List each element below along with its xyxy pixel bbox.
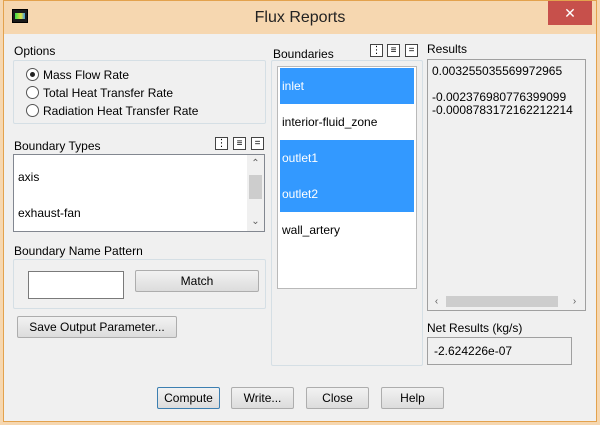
radio-button[interactable] [26, 68, 39, 81]
radio-label: Total Heat Transfer Rate [43, 86, 174, 100]
options-label: Options [14, 44, 56, 58]
radio-mass-flow-rate[interactable]: Mass Flow Rate [26, 66, 129, 84]
radio-button[interactable] [26, 104, 39, 117]
scroll-left-icon[interactable]: ‹ [428, 293, 445, 310]
list-item[interactable]: axis [16, 159, 262, 195]
deselect-all-icon[interactable]: = [251, 137, 264, 150]
close-button[interactable]: Close [306, 387, 369, 409]
boundaries-list[interactable]: inlet interior-fluid_zone outlet1 outlet… [277, 66, 417, 289]
radio-label: Mass Flow Rate [43, 68, 130, 82]
options-group: Mass Flow Rate Total Heat Transfer Rate … [13, 60, 266, 124]
list-icon[interactable]: ≡ [233, 137, 246, 150]
scroll-down-icon[interactable]: ⌄ [247, 213, 264, 230]
result-line: -0.0008783172162212214 [432, 103, 573, 117]
horizontal-scrollbar[interactable]: ‹ › [428, 293, 585, 310]
boundary-types-list[interactable]: axis exhaust-fan ⌃ ⌄ [13, 154, 265, 232]
boundary-name-pattern-label: Boundary Name Pattern [14, 244, 143, 258]
scroll-thumb[interactable] [446, 296, 558, 307]
net-results-value: -2.624226e-07 [427, 337, 572, 365]
deselect-all-icon[interactable]: = [405, 44, 418, 57]
boundary-pattern-input[interactable] [28, 271, 124, 299]
radio-radiation-heat-transfer-rate[interactable]: Radiation Heat Transfer Rate [26, 102, 198, 120]
boundaries-group: inlet interior-fluid_zone outlet1 outlet… [271, 60, 423, 366]
radio-total-heat-transfer-rate[interactable]: Total Heat Transfer Rate [26, 84, 173, 102]
result-line: 0.003255035569972965 [432, 64, 563, 78]
list-item[interactable]: wall_artery [280, 212, 414, 248]
save-output-parameter-button[interactable]: Save Output Parameter... [17, 316, 177, 338]
net-results-label: Net Results (kg/s) [427, 321, 523, 335]
results-box[interactable]: 0.003255035569972965 -0.0023769807763990… [427, 59, 586, 311]
scroll-right-icon[interactable]: › [566, 293, 583, 310]
radio-label: Radiation Heat Transfer Rate [43, 104, 199, 118]
list-item[interactable]: outlet2 [280, 176, 414, 212]
list-item[interactable]: interior-fluid_zone [280, 104, 414, 140]
match-button[interactable]: Match [135, 270, 259, 292]
results-text: 0.003255035569972965 -0.0023769807763990… [432, 64, 585, 117]
list-item[interactable]: exhaust-fan [16, 195, 262, 231]
window-close-button[interactable]: ✕ [548, 1, 592, 25]
list-icon[interactable]: ≡ [387, 44, 400, 57]
radio-button[interactable] [26, 86, 39, 99]
pattern-group: Match [13, 259, 266, 309]
results-label: Results [427, 42, 468, 56]
boundaries-label: Boundaries [273, 47, 334, 61]
write-button[interactable]: Write... [231, 387, 294, 409]
boundary-types-label: Boundary Types [14, 139, 101, 153]
window-title: Flux Reports [254, 9, 346, 26]
compute-button[interactable]: Compute [157, 387, 220, 409]
flux-reports-window: Flux Reports ✕ Options Mass Flow Rate To… [3, 0, 597, 422]
list-item[interactable]: inlet [280, 68, 414, 104]
help-button[interactable]: Help [381, 387, 444, 409]
select-all-icon[interactable]: ⋮ [370, 44, 383, 57]
title-bar: Flux Reports ✕ [4, 1, 596, 34]
vertical-scrollbar[interactable]: ⌃ ⌄ [247, 155, 264, 231]
scroll-up-icon[interactable]: ⌃ [247, 155, 264, 172]
list-item[interactable]: outlet1 [280, 140, 414, 176]
select-all-icon[interactable]: ⋮ [215, 137, 228, 150]
scroll-thumb[interactable] [249, 175, 262, 199]
